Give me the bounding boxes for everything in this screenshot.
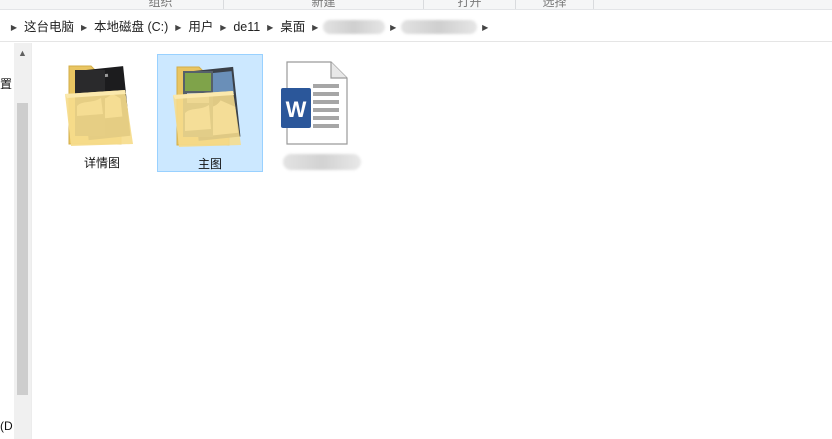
ribbon-group-select: 选择 [516, 0, 594, 9]
navigation-pane: 置 (D ▲ [0, 43, 32, 439]
folder-icon [65, 65, 133, 146]
chevron-right-icon[interactable]: ▶ [385, 18, 401, 36]
address-bar[interactable]: ▶ 这台电脑 ▶ 本地磁盘 (C:) ▶ 用户 ▶ de11 ▶ 桌面 ▶ ▶ … [0, 12, 832, 42]
ribbon-group-open: 打开 [424, 0, 516, 9]
ribbon-group-new: 新建 [224, 0, 424, 9]
folder-icon [173, 66, 241, 147]
chevron-right-icon[interactable]: ▶ [262, 18, 278, 36]
breadcrumb-redacted-2[interactable] [401, 20, 478, 34]
breadcrumb-local-disk[interactable]: 本地磁盘 (C:) [92, 18, 170, 36]
scroll-up-arrow-icon[interactable]: ▲ [14, 45, 31, 61]
folder-item-details[interactable]: 详情图 [49, 54, 155, 172]
nav-item-partial-bottom[interactable]: (D [0, 419, 13, 433]
breadcrumb: ▶ 这台电脑 ▶ 本地磁盘 (C:) ▶ 用户 ▶ de11 ▶ 桌面 ▶ ▶ … [6, 18, 493, 36]
chevron-right-icon[interactable]: ▶ [477, 18, 493, 36]
folder-item-main[interactable]: 主图 [157, 54, 263, 172]
ribbon-group-organize: 组织 [98, 0, 224, 9]
nav-scrollbar-thumb[interactable] [17, 103, 28, 395]
word-document-item[interactable]: W [263, 54, 369, 172]
file-name-label-redacted[interactable] [283, 154, 361, 170]
breadcrumb-desktop[interactable]: 桌面 [278, 18, 307, 36]
chevron-right-icon[interactable]: ▶ [307, 18, 323, 36]
nav-item-partial-top[interactable]: 置 [0, 75, 12, 92]
svg-text:W: W [286, 97, 307, 122]
chevron-right-icon[interactable]: ▶ [76, 18, 92, 36]
chevron-right-icon[interactable]: ▶ [215, 18, 231, 36]
chevron-right-icon[interactable]: ▶ [170, 18, 186, 36]
word-document-icon: W [281, 61, 348, 145]
file-name-label[interactable]: 主图 [158, 155, 262, 172]
breadcrumb-redacted-1[interactable] [323, 20, 386, 34]
breadcrumb-this-pc[interactable]: 这台电脑 [22, 18, 76, 36]
breadcrumb-users[interactable]: 用户 [186, 18, 215, 36]
nav-scrollbar[interactable]: ▲ [14, 43, 31, 439]
file-name-label[interactable]: 详情图 [49, 154, 155, 171]
ribbon-group-labels: 组织 新建 打开 选择 [0, 0, 832, 10]
chevron-right-icon[interactable]: ▶ [6, 18, 22, 36]
file-list-area[interactable]: 详情图 主图 W [33, 43, 832, 439]
breadcrumb-user[interactable]: de11 [231, 18, 262, 36]
